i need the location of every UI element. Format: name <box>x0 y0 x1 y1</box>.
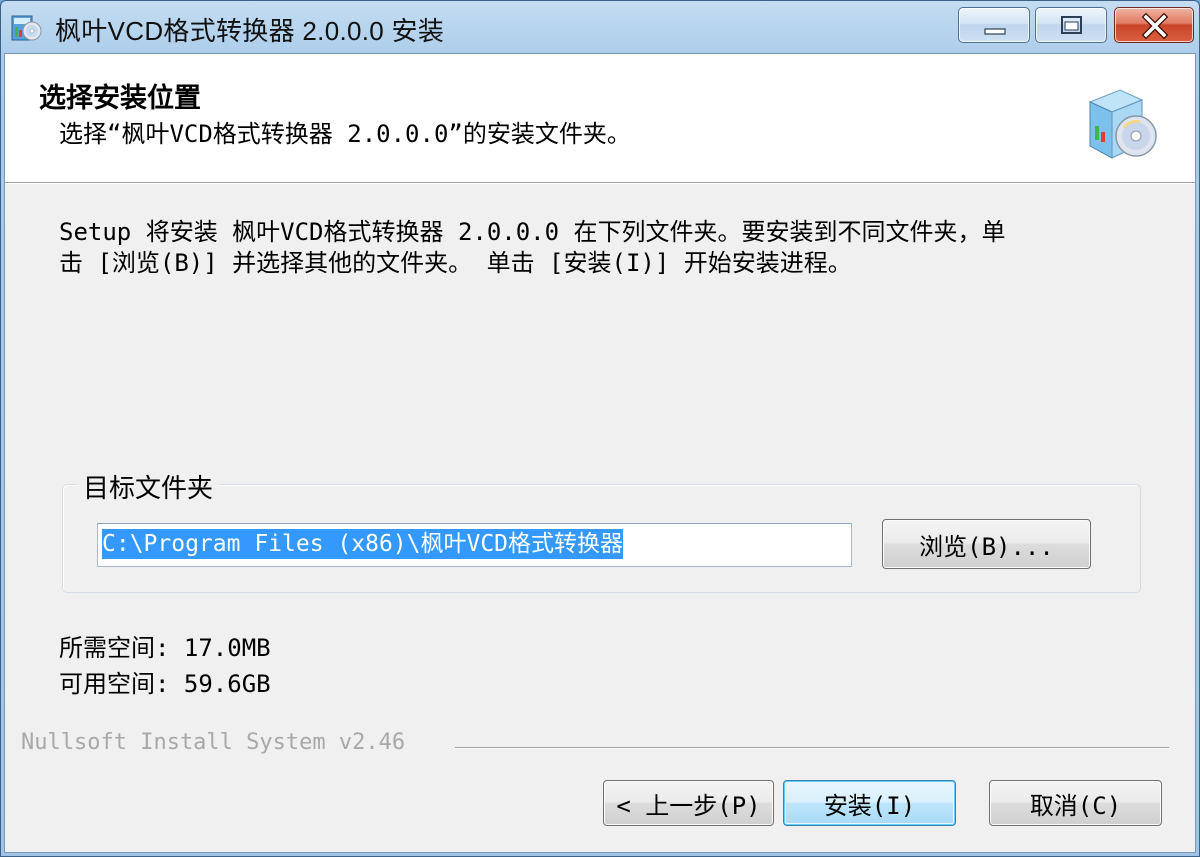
destination-path-input[interactable]: C:\Program Files (x86)\枫叶VCD格式转换器 <box>97 523 852 567</box>
browse-button[interactable]: 浏览(B)... <box>882 519 1091 569</box>
intro-text: Setup 将安装 枫叶VCD格式转换器 2.0.0.0 在下列文件夹。要安装到… <box>59 218 1006 277</box>
installer-cd-icon <box>11 15 42 41</box>
nsis-branding: Nullsoft Install System v2.46 <box>21 730 416 755</box>
window-title: 枫叶VCD格式转换器 2.0.0.0 安装 <box>55 16 445 46</box>
install-package-icon <box>1088 89 1157 159</box>
destination-group-label: 目标文件夹 <box>77 468 220 505</box>
title-bar[interactable]: 枫叶VCD格式转换器 2.0.0.0 安装 <box>1 1 1199 53</box>
back-button[interactable]: < 上一步(P) <box>603 780 774 826</box>
page-subtitle: 选择“枫叶VCD格式转换器 2.0.0.0”的安装文件夹。 <box>59 120 631 148</box>
space-required: 所需空间: 17.0MB <box>59 634 271 662</box>
close-button[interactable] <box>1114 7 1194 43</box>
page-title: 选择安装位置 <box>39 83 201 113</box>
minimize-icon <box>984 28 1006 35</box>
space-available: 可用空间: 59.6GB <box>59 670 271 698</box>
install-button[interactable]: 安装(I) <box>783 780 956 826</box>
branding-separator <box>455 747 1169 749</box>
destination-path-value: C:\Program Files (x86)\枫叶VCD格式转换器 <box>102 529 624 559</box>
maximize-icon <box>1061 16 1082 34</box>
cancel-button[interactable]: 取消(C) <box>989 780 1162 826</box>
installer-window: 枫叶VCD格式转换器 2.0.0.0 安装 选择安装位置 选择“枫叶VCD格式转… <box>0 0 1200 857</box>
maximize-button[interactable] <box>1035 7 1107 43</box>
close-icon <box>1141 12 1169 40</box>
client-area: 选择安装位置 选择“枫叶VCD格式转换器 2.0.0.0”的安装文件夹。 Set… <box>4 53 1196 853</box>
header-panel: 选择安装位置 选择“枫叶VCD格式转换器 2.0.0.0”的安装文件夹。 <box>5 54 1195 183</box>
minimize-button[interactable] <box>958 7 1030 43</box>
